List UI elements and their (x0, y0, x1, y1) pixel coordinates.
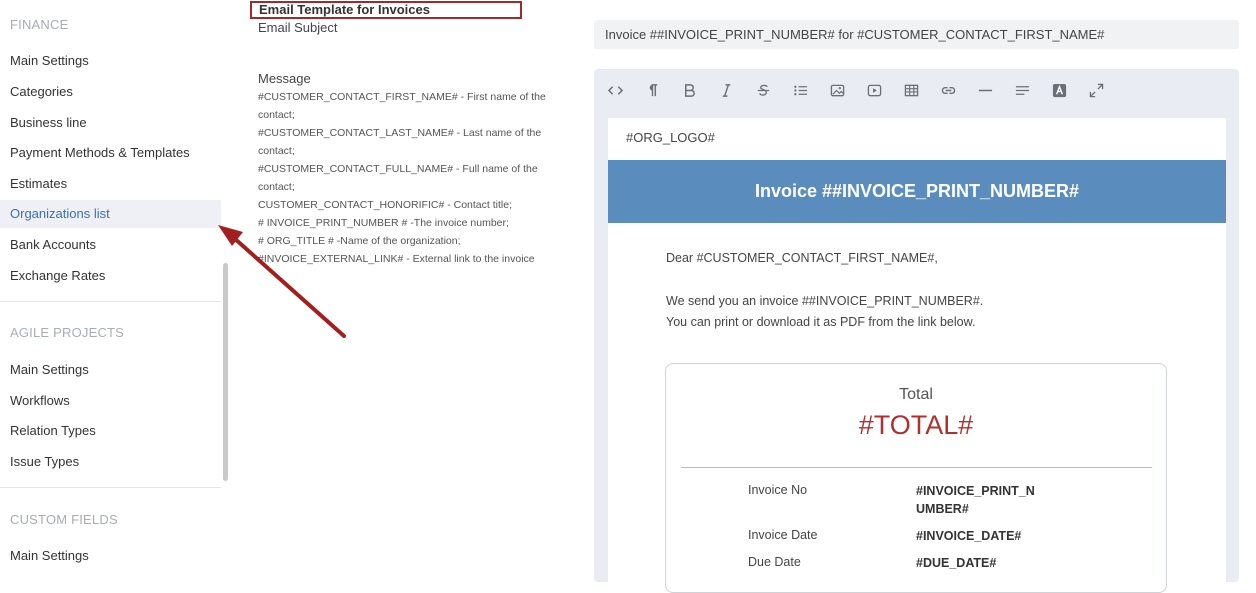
message-label: Message (258, 71, 311, 86)
section-title-custom-fields: CUSTOM FIELDS (10, 512, 118, 527)
strikethrough-icon[interactable] (750, 79, 776, 101)
sidebar-item-agile-main-settings[interactable]: Main Settings (0, 356, 221, 384)
video-icon[interactable] (861, 79, 887, 101)
image-icon[interactable] (824, 79, 850, 101)
sidebar-item-finance-main-settings[interactable]: Main Settings (0, 47, 221, 75)
message-editor: #ORG_LOGO# Invoice ##INVOICE_PRINT_NUMBE… (594, 69, 1239, 593)
due-date-label: Due Date (748, 555, 801, 569)
settings-sidebar: FINANCE Main Settings Categories Busines… (0, 0, 221, 582)
sidebar-item-organizations-list[interactable]: Organizations list (0, 200, 221, 228)
invoice-banner: Invoice ##INVOICE_PRINT_NUMBER# (608, 160, 1226, 223)
italic-icon[interactable] (713, 79, 739, 101)
download-line: You can print or download it as PDF from… (666, 315, 976, 329)
help-line: # INVOICE_PRINT_NUMBER # -The invoice nu… (258, 217, 509, 229)
email-subject-input[interactable] (594, 20, 1239, 49)
paragraph-icon[interactable] (639, 79, 665, 101)
help-line: #CUSTOMER_CONTACT_FIRST_NAME# - First na… (258, 91, 546, 121)
help-line: #CUSTOMER_CONTACT_FULL_NAME# - Full name… (258, 163, 538, 193)
code-icon[interactable] (602, 79, 628, 101)
sidebar-item-relation-types[interactable]: Relation Types (0, 417, 221, 445)
horizontal-rule-icon[interactable] (972, 79, 998, 101)
sidebar-scrollbar[interactable] (223, 263, 228, 481)
total-value: #TOTAL# (858, 410, 974, 440)
invoice-date-label: Invoice Date (748, 528, 818, 542)
section-title-agile-projects: AGILE PROJECTS (10, 325, 125, 340)
card-divider (681, 467, 1152, 468)
invoice-line: We send you an invoice ##INVOICE_PRINT_N… (666, 294, 984, 308)
align-icon[interactable] (1009, 79, 1035, 101)
invoice-date-value: #INVOICE_DATE# (916, 529, 1022, 543)
help-line: #INVOICE_EXTERNAL_LINK# - External link … (258, 253, 535, 265)
sidebar-item-payment-methods[interactable]: Payment Methods & Templates (0, 139, 221, 167)
sidebar-item-exchange-rates[interactable]: Exchange Rates (0, 262, 221, 290)
total-label: Total (899, 386, 933, 403)
invoice-no-label: Invoice No (748, 483, 808, 497)
help-line: # ORG_TITLE # -Name of the organization; (258, 235, 461, 247)
sidebar-item-workflows[interactable]: Workflows (0, 387, 221, 415)
sidebar-item-categories[interactable]: Categories (0, 78, 221, 106)
bold-icon[interactable] (676, 79, 702, 101)
sidebar-item-custom-fields-main-settings[interactable]: Main Settings (0, 542, 221, 570)
section-title-finance: FINANCE (10, 17, 69, 32)
bullet-list-icon[interactable] (787, 79, 813, 101)
email-subject-label: Email Subject (258, 20, 338, 35)
table-icon[interactable] (898, 79, 924, 101)
sidebar-item-business-line[interactable]: Business line (0, 109, 221, 137)
greeting-text: Dear #CUSTOMER_CONTACT_FIRST_NAME#, (666, 251, 938, 265)
link-icon[interactable] (935, 79, 961, 101)
due-date-value: #DUE_DATE# (916, 556, 997, 570)
editor-content[interactable]: #ORG_LOGO# Invoice ##INVOICE_PRINT_NUMBE… (608, 118, 1226, 593)
font-color-icon[interactable] (1046, 79, 1072, 101)
sidebar-divider (0, 487, 221, 488)
sidebar-divider (0, 301, 221, 302)
org-logo-placeholder: #ORG_LOGO# (626, 130, 715, 145)
sidebar-item-estimates[interactable]: Estimates (0, 170, 221, 198)
fullscreen-icon[interactable] (1083, 79, 1109, 101)
sidebar-item-issue-types[interactable]: Issue Types (0, 448, 221, 476)
invoice-no-value: #INVOICE_PRINT_NUMBER# (916, 484, 1035, 516)
template-title: Email Template for Invoices (250, 1, 522, 19)
sidebar-item-bank-accounts[interactable]: Bank Accounts (0, 231, 221, 259)
placeholder-help-text: #CUSTOMER_CONTACT_FIRST_NAME# - First na… (258, 88, 568, 268)
help-line: CUSTOMER_CONTACT_HONORIFIC# - Contact ti… (258, 199, 512, 211)
help-line: #CUSTOMER_CONTACT_LAST_NAME# - Last name… (258, 127, 542, 157)
total-card: Total #TOTAL# Invoice No #INVOICE_PRINT_… (665, 363, 1167, 593)
